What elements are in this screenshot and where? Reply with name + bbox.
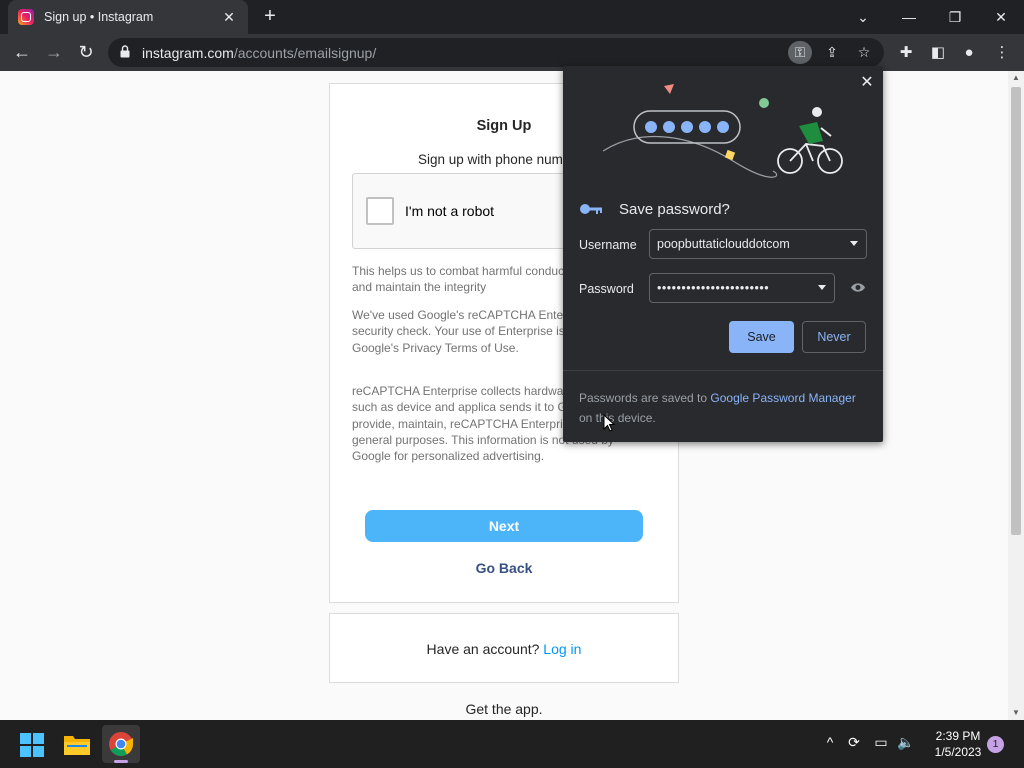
url-text: instagram.com/accounts/emailsignup/ [142, 45, 377, 61]
close-window-button[interactable]: ✕ [978, 4, 1024, 30]
username-label: Username [579, 238, 637, 252]
windows-start-icon[interactable] [20, 733, 44, 757]
save-password-bubble: ✕ Save password? Username poopbuttaticlo… [563, 66, 883, 442]
password-dropdown-icon [818, 285, 826, 290]
recaptcha-checkbox[interactable] [366, 197, 394, 225]
windows-taskbar: ^ ⟳ ▭ 🔈 2:39 PM 1/5/2023 1 [0, 720, 1024, 768]
address-bar[interactable]: instagram.com/accounts/emailsignup/ ⚿ ⇪ … [108, 38, 884, 67]
password-illustration-icon [602, 84, 843, 178]
notification-badge[interactable]: 1 [987, 736, 1004, 753]
password-key-icon[interactable]: ⚿ [788, 41, 812, 64]
side-panel-icon[interactable]: ◧ [926, 41, 950, 65]
forward-button[interactable]: → [41, 40, 67, 66]
have-account-text: Have an account? Log in [426, 641, 582, 657]
tab-close-icon[interactable]: ✕ [220, 9, 238, 26]
recaptcha-label: I'm not a robot [405, 203, 495, 219]
scrollbar-thumb[interactable] [1011, 87, 1021, 535]
file-explorer-icon[interactable] [64, 733, 90, 755]
back-button[interactable]: ← [9, 40, 35, 66]
bubble-close-icon[interactable]: ✕ [857, 72, 877, 92]
new-tab-button[interactable]: + [258, 6, 282, 28]
username-dropdown-icon [850, 241, 858, 246]
never-button[interactable]: Never [802, 321, 866, 353]
go-back-link[interactable]: Go Back [330, 560, 678, 576]
volume-icon[interactable]: 🔈 [895, 734, 917, 751]
minimize-button[interactable]: — [886, 4, 932, 30]
username-value: poopbuttaticlouddotcom [657, 237, 790, 251]
password-manager-link[interactable]: Google Password Manager [710, 391, 855, 405]
instagram-favicon-icon [18, 9, 34, 25]
clock-date: 1/5/2023 [934, 745, 982, 759]
restore-button[interactable]: ❐ [932, 4, 978, 30]
tab-instagram-signup[interactable]: Sign up • Instagram ✕ [8, 0, 248, 34]
chrome-active-indicator [114, 760, 128, 763]
lock-icon[interactable] [120, 45, 130, 58]
sync-icon[interactable]: ⟳ [843, 734, 865, 751]
extensions-puzzle-icon[interactable]: ✚ [894, 41, 918, 65]
clock-time: 2:39 PM [935, 729, 981, 743]
save-button[interactable]: Save [729, 321, 794, 353]
chrome-taskbar-button[interactable] [102, 725, 140, 763]
chrome-icon [109, 732, 133, 756]
key-icon [580, 204, 602, 214]
menu-kebab-icon[interactable]: ⋮ [990, 41, 1014, 65]
tab-strip: Sign up • Instagram ✕ + ⌄ — ❐ ✕ [0, 0, 1024, 34]
get-app-text: Get the app. [465, 701, 543, 717]
bookmark-star-icon[interactable]: ☆ [852, 41, 876, 64]
reload-button[interactable]: ↻ [73, 40, 99, 66]
page-scrollbar[interactable]: ▲ ▼ [1008, 71, 1024, 720]
scroll-up-arrow-icon[interactable]: ▲ [1008, 71, 1024, 85]
login-link[interactable]: Log in [543, 641, 581, 657]
bubble-title: Save password? [619, 201, 730, 218]
scroll-down-arrow-icon[interactable]: ▼ [1008, 706, 1024, 720]
show-password-eye-icon[interactable] [850, 282, 866, 293]
password-value: ••••••••••••••••••••••• [657, 281, 770, 295]
tab-title: Sign up • Instagram [44, 10, 154, 24]
signup-subheading: Sign up with phone num [418, 152, 563, 167]
profile-avatar-icon[interactable]: ● [957, 41, 981, 65]
network-icon[interactable]: ▭ [870, 734, 892, 751]
mouse-cursor-icon [603, 414, 615, 432]
login-card: Have an account? Log in [329, 613, 679, 683]
tab-search-chevron-icon[interactable]: ⌄ [840, 4, 886, 30]
next-button[interactable]: Next [365, 510, 643, 542]
password-manager-note: Passwords are saved to Google Password M… [579, 391, 856, 425]
password-label: Password [579, 282, 634, 296]
password-select[interactable]: ••••••••••••••••••••••• [649, 273, 835, 303]
username-select[interactable]: poopbuttaticlouddotcom [649, 229, 867, 259]
system-clock[interactable]: 2:39 PM 1/5/2023 [930, 728, 986, 760]
share-icon[interactable]: ⇪ [820, 41, 844, 64]
show-hidden-icons-chevron-icon[interactable]: ^ [819, 734, 841, 750]
